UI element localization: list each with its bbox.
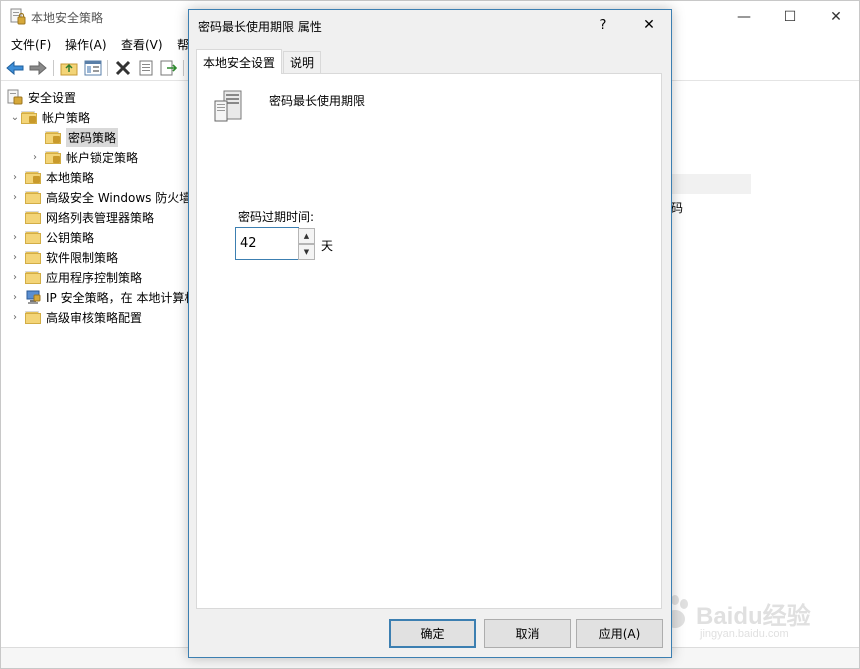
properties-icon[interactable] <box>136 58 156 78</box>
tree-item-password-policy[interactable]: 密码策略 <box>45 127 119 147</box>
tree-item-network-list-manager[interactable]: 网络列表管理器策略 <box>25 207 154 227</box>
policy-name: 密码最长使用期限 <box>269 94 366 108</box>
window-title: 本地安全策略 <box>31 11 104 25</box>
folder-icon <box>45 130 61 144</box>
chevron-right-icon[interactable]: › <box>9 187 21 207</box>
menu-action[interactable]: 操作(A) <box>65 36 107 53</box>
chevron-right-icon[interactable]: › <box>9 227 21 247</box>
password-expire-label: 密码过期时间: <box>238 210 315 224</box>
properties-dialog: 密码最长使用期限 属性 ? ✕ 本地安全设置 说明 密码最长使用期限 密码过期时… <box>188 9 672 658</box>
security-settings-icon <box>7 89 23 105</box>
chevron-right-icon[interactable]: › <box>9 167 21 187</box>
maximize-button[interactable]: ☐ <box>767 1 813 32</box>
folder-icon <box>25 190 41 204</box>
menu-view[interactable]: 查看(V) <box>121 36 163 53</box>
tree-item-security-settings[interactable]: 安全设置 <box>7 87 76 107</box>
folder-icon <box>45 150 61 164</box>
tree-item-advanced-audit[interactable]: › 高级审核策略配置 <box>9 307 142 327</box>
tree-item-public-key-policies[interactable]: › 公钥策略 <box>9 227 94 247</box>
right-pane-partial-text: 码 <box>671 201 684 215</box>
spin-up-button[interactable]: ▲ <box>298 228 315 244</box>
ok-button[interactable]: 确定 <box>389 619 476 648</box>
tree-item-account-lockout-policy[interactable]: › 帐户锁定策略 <box>29 147 138 167</box>
cancel-button[interactable]: 取消 <box>484 619 571 648</box>
spin-down-button[interactable]: ▼ <box>298 244 315 260</box>
close-button[interactable]: ✕ <box>813 1 859 32</box>
dialog-close-button[interactable]: ✕ <box>639 15 659 35</box>
help-button[interactable]: ? <box>593 15 613 35</box>
show-hide-tree-icon[interactable] <box>83 58 103 78</box>
tab-local-security-setting[interactable]: 本地安全设置 <box>196 49 283 74</box>
folder-icon <box>25 310 41 324</box>
folder-icon <box>25 210 41 224</box>
folder-icon <box>25 270 41 284</box>
tab-panel: 密码最长使用期限 密码过期时间: ▲ ▼ 天 <box>196 73 662 609</box>
tree-item-ip-security[interactable]: › IP 安全策略，在 本地计算机 <box>9 287 196 307</box>
folder-icon <box>21 110 37 124</box>
tab-explain[interactable]: 说明 <box>283 51 322 73</box>
minimize-button[interactable]: — <box>721 1 767 32</box>
baidu-watermark: Baidu经验 jingyan.baidu.com <box>656 590 846 650</box>
tree-item-software-restriction[interactable]: › 软件限制策略 <box>9 247 118 267</box>
tree-item-local-policies[interactable]: › 本地策略 <box>9 167 94 187</box>
ip-security-icon <box>26 290 41 304</box>
chevron-right-icon[interactable]: › <box>9 307 21 327</box>
tree-item-application-control[interactable]: › 应用程序控制策略 <box>9 267 142 287</box>
folder-icon <box>25 230 41 244</box>
export-icon[interactable] <box>159 58 179 78</box>
right-pane-row-highlight <box>671 174 751 194</box>
dialog-title: 密码最长使用期限 属性 <box>198 20 322 34</box>
forward-arrow-icon[interactable] <box>28 58 48 78</box>
folder-icon <box>25 250 41 264</box>
delete-icon[interactable] <box>113 58 133 78</box>
chevron-right-icon[interactable]: › <box>9 267 21 287</box>
back-arrow-icon[interactable] <box>5 58 25 78</box>
server-policy-icon <box>214 90 242 122</box>
password-expire-stepper: ▲ ▼ <box>235 227 315 260</box>
menu-file[interactable]: 文件(F) <box>11 36 51 53</box>
folder-icon <box>25 170 41 184</box>
chevron-right-icon[interactable]: › <box>9 287 21 307</box>
chevron-down-icon[interactable]: ⌄ <box>9 107 21 127</box>
tree-item-account-policies[interactable]: ⌄ 帐户策略 <box>9 107 90 127</box>
unit-label: 天 <box>321 239 334 253</box>
up-folder-icon[interactable] <box>59 58 79 78</box>
password-expire-input[interactable] <box>235 227 299 260</box>
chevron-right-icon[interactable]: › <box>29 147 41 167</box>
tree-item-windows-firewall[interactable]: › 高级安全 Windows 防火墙 <box>9 187 191 207</box>
chevron-right-icon[interactable]: › <box>9 247 21 267</box>
local-security-policy-icon <box>10 8 26 25</box>
apply-button[interactable]: 应用(A) <box>576 619 663 648</box>
